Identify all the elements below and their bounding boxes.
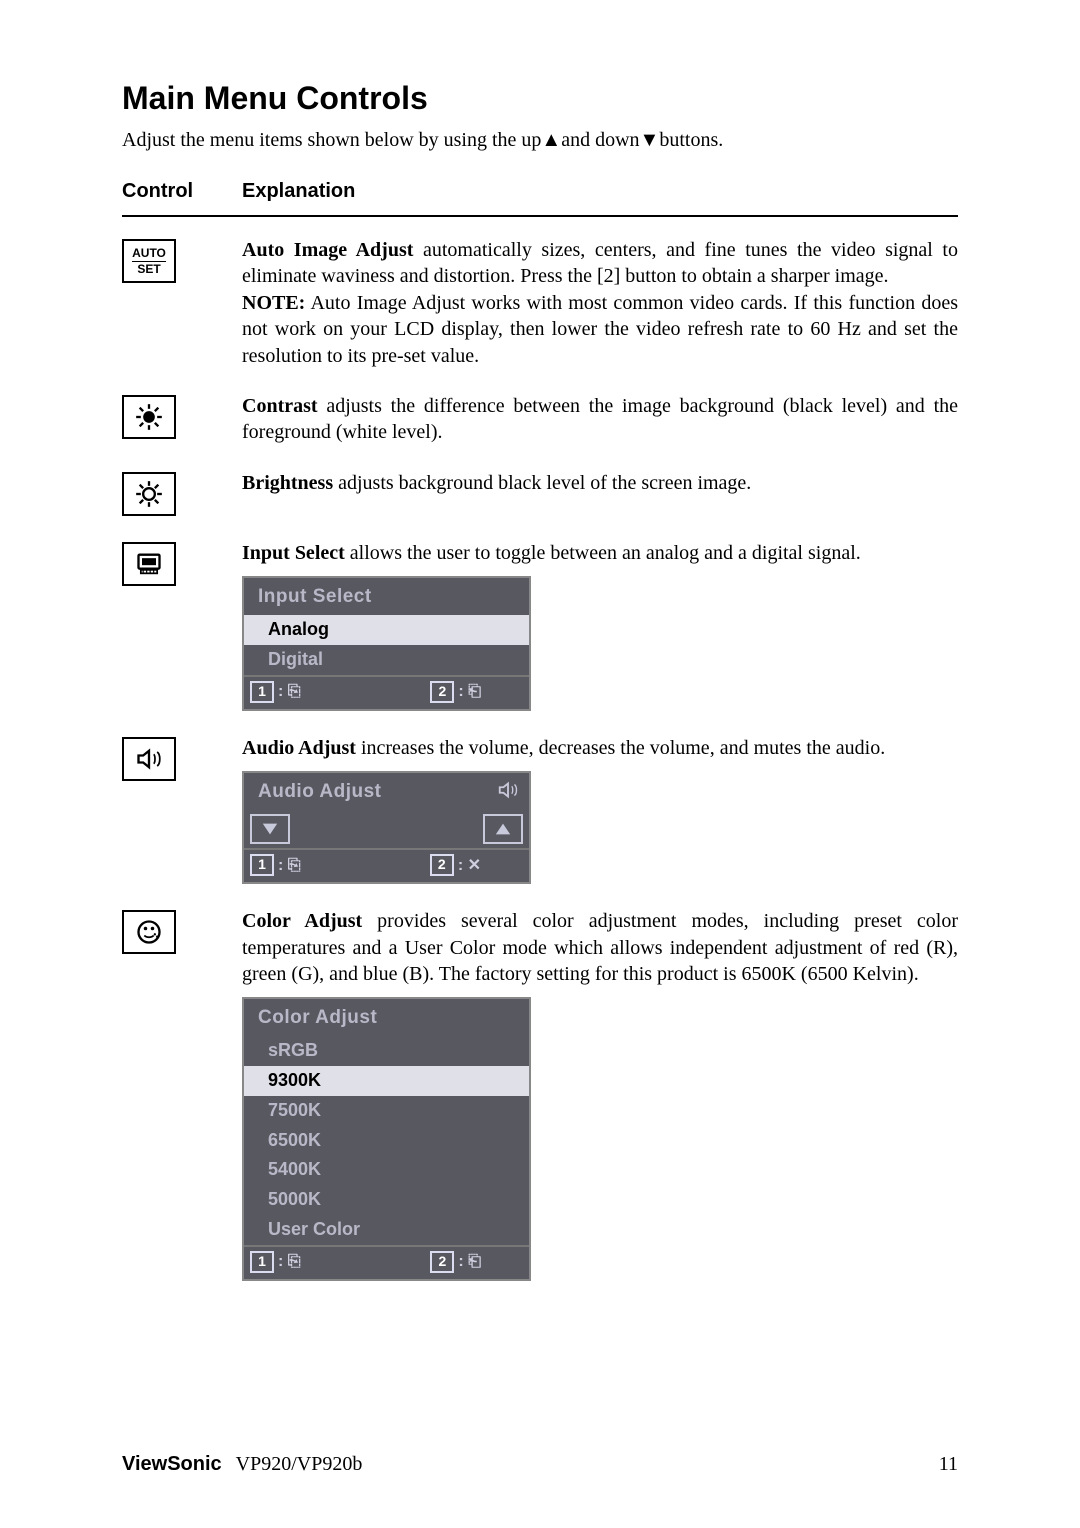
input-select-icon [122,542,176,586]
key-2-icon: 2 [430,1251,454,1273]
input-select-text: Input Select allows the user to toggle b… [242,540,958,711]
key-1-icon: 1 [250,854,274,876]
auto-image-title: Auto Image Adjust [242,239,413,261]
auto-set-icon: AUTO SET [122,239,176,283]
contrast-title: Contrast [242,395,318,417]
osd-option-srgb: sRGB [244,1036,529,1066]
intro-pre: Adjust the menu items shown below by usi… [122,129,541,151]
osd-color-adjust: Color Adjust sRGB 9300K 7500K 6500K 5400… [242,997,531,1280]
header-control: Control [122,180,242,203]
row-brightness: Brightness adjusts background black leve… [122,470,958,516]
volume-up-icon [483,814,523,844]
page-number: 11 [939,1453,958,1476]
intro-mid: and down [561,129,639,151]
exit-icon: : ⎘ [278,681,301,702]
mute-icon: : ✕ [458,855,481,876]
osd-option-7500k: 7500K [244,1096,529,1126]
set-label: SET [132,261,166,276]
exit-icon: : ⎘ [278,1251,301,1272]
key-1-icon: 1 [250,681,274,703]
intro-post: buttons. [659,129,723,151]
audio-icon [122,737,176,781]
row-auto-image: AUTO SET Auto Image Adjust automatically… [122,237,958,369]
exit-icon: : ⎘ [278,855,301,876]
osd-option-5000k: 5000K [244,1185,529,1215]
note-label: NOTE: [242,292,305,314]
osd-audio-adjust: Audio Adjust 1: ⎘ 2: ✕ [242,771,531,884]
brightness-text: Brightness adjusts background black leve… [242,470,958,516]
intro-text: Adjust the menu items shown below by usi… [122,129,958,152]
color-adjust-icon [122,910,176,954]
note-text: Auto Image Adjust works with most common… [242,292,958,367]
color-adjust-title: Color Adjust [242,910,362,932]
osd-option-6500k: 6500K [244,1126,529,1156]
brightness-body: adjusts background black level of the sc… [333,472,751,494]
footer-brand: ViewSonic [122,1453,222,1476]
osd-input-title: Input Select [244,578,529,615]
osd-input-select: Input Select Analog Digital 1: ⎘ 2: ⎗ [242,576,531,711]
speaker-icon [497,779,519,808]
down-triangle-icon: ▼ [640,129,660,151]
page-footer: ViewSonic VP920/VP920b 11 [122,1453,958,1476]
osd-option-9300k: 9300K [244,1066,529,1096]
osd-option-user-color: User Color [244,1215,529,1245]
osd-option-digital: Digital [244,645,529,675]
key-1-icon: 1 [250,1251,274,1273]
header-explanation: Explanation [242,180,958,203]
audio-adjust-text: Audio Adjust increases the volume, decre… [242,735,958,884]
osd-color-title: Color Adjust [244,999,529,1036]
color-adjust-text: Color Adjust provides several color adju… [242,908,958,1281]
row-contrast: Contrast adjusts the difference between … [122,393,958,446]
input-select-body: allows the user to toggle between an ana… [345,542,861,564]
footer-model: VP920/VP920b [236,1453,363,1476]
brightness-title: Brightness [242,472,333,494]
enter-icon: : ⎗ [458,1251,481,1272]
column-headers: Control Explanation [122,180,958,217]
row-color-adjust: Color Adjust provides several color adju… [122,908,958,1281]
contrast-text: Contrast adjusts the difference between … [242,393,958,446]
osd-option-analog: Analog [244,615,529,645]
input-select-title: Input Select [242,542,345,564]
osd-audio-title-text: Audio Adjust [258,781,382,802]
row-input-select: Input Select allows the user to toggle b… [122,540,958,711]
contrast-icon [122,395,176,439]
brightness-icon [122,472,176,516]
osd-option-5400k: 5400K [244,1155,529,1185]
audio-adjust-body: increases the volume, decreases the volu… [356,737,885,759]
key-2-icon: 2 [430,854,454,876]
enter-icon: : ⎗ [458,681,481,702]
auto-label: AUTO [132,247,166,260]
auto-image-text: Auto Image Adjust automatically sizes, c… [242,237,958,369]
page-title: Main Menu Controls [122,80,958,117]
key-2-icon: 2 [430,681,454,703]
up-triangle-icon: ▲ [541,129,561,151]
osd-audio-title: Audio Adjust [244,773,529,810]
contrast-body: adjusts the difference between the image… [242,395,958,443]
volume-down-icon [250,814,290,844]
row-audio-adjust: Audio Adjust increases the volume, decre… [122,735,958,884]
audio-adjust-title: Audio Adjust [242,737,356,759]
